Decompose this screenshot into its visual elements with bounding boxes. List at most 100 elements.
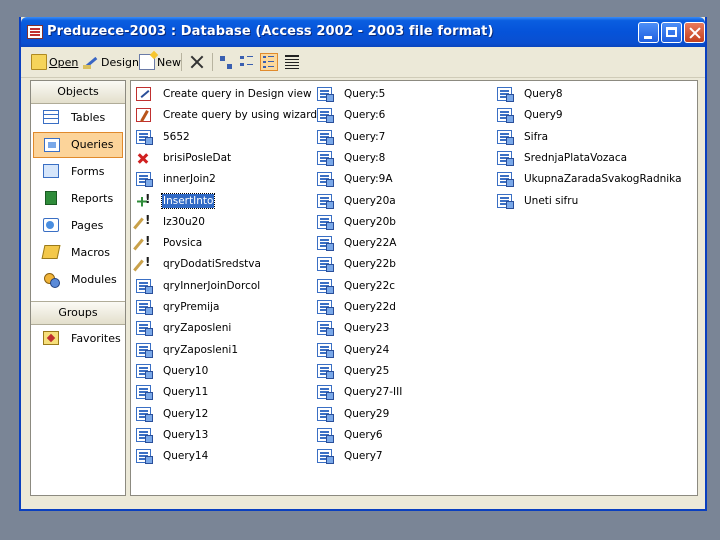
query-list-item[interactable]: SrednjaPlataVozaca — [497, 148, 672, 168]
sidebar-item-macros[interactable]: Macros — [33, 240, 123, 266]
query-list-item[interactable]: Povsica — [136, 233, 311, 253]
query-list-item[interactable]: Query:7 — [317, 127, 492, 147]
select-query-icon — [317, 214, 334, 230]
sidebar-item-queries[interactable]: Queries — [33, 132, 123, 158]
delete-icon[interactable] — [189, 54, 205, 70]
query-name: Query22c — [344, 279, 396, 292]
objects-header[interactable]: Objects — [31, 81, 125, 104]
select-query-icon — [317, 87, 334, 102]
sidebar-item-reports[interactable]: Reports — [33, 186, 123, 212]
query-name: Query29 — [344, 407, 390, 420]
open-label: Open — [49, 55, 79, 69]
groups-section: Groups Favorites — [31, 301, 125, 352]
sidebar-item-modules[interactable]: Modules — [33, 267, 123, 293]
query-name: Query11 — [163, 386, 209, 399]
query-list-item[interactable]: Query14 — [136, 446, 311, 466]
query-list-item[interactable]: qryInnerJoinDorcol — [136, 276, 311, 296]
query-list-item[interactable]: qryZaposleni1 — [136, 340, 311, 360]
sidebar-item-label: Queries — [71, 138, 114, 151]
query-name: Query8 — [524, 88, 563, 100]
query-list-item[interactable]: Query22d — [317, 297, 492, 317]
select-query-icon — [317, 150, 334, 166]
maximize-button[interactable] — [661, 22, 682, 43]
details-view-icon[interactable] — [283, 53, 301, 71]
query-name: Query23 — [344, 322, 390, 335]
query-list-item[interactable]: Create query in Design view — [136, 84, 312, 104]
sidebar-item-label: Forms — [71, 165, 105, 178]
query-list-item[interactable]: brisiPosleDat — [136, 148, 311, 168]
sidebar-item-favorites[interactable]: Favorites — [33, 326, 123, 352]
select-query-icon — [317, 129, 334, 145]
query-name: Query13 — [163, 428, 209, 441]
database-window: Preduzece-2003 : Database (Access 2002 -… — [19, 17, 707, 511]
query-list-item[interactable]: Query:8 — [317, 148, 492, 168]
query-list-item[interactable]: qryZaposleni — [136, 318, 311, 338]
query-list-item[interactable]: qryPremija — [136, 297, 311, 317]
groups-header[interactable]: Groups — [31, 302, 125, 325]
update-query-icon — [136, 255, 151, 271]
select-query-icon — [136, 321, 153, 337]
macro-icon — [41, 245, 61, 259]
query-list-item[interactable]: Query20b — [317, 212, 492, 232]
query-list-item[interactable]: Query7 — [317, 446, 492, 466]
select-query-icon — [497, 129, 514, 145]
query-list-item[interactable]: 5652 — [136, 127, 311, 147]
design-button[interactable]: Design — [83, 52, 139, 72]
open-button[interactable]: Open — [31, 52, 78, 72]
select-query-icon — [317, 278, 334, 294]
new-button[interactable]: New — [139, 52, 181, 72]
query-list-item[interactable]: Query12 — [136, 404, 311, 424]
design-label: Design — [101, 55, 139, 69]
query-list-item[interactable]: innerJoin2 — [136, 169, 311, 189]
query-list-item[interactable]: Iz30u20 — [136, 212, 311, 232]
query-list-item[interactable]: InsertInto — [136, 191, 311, 211]
large-icons-view-icon[interactable] — [218, 53, 236, 71]
query-list-item[interactable]: Query22c — [317, 276, 492, 296]
sidebar-item-tables[interactable]: Tables — [33, 105, 123, 131]
query-list-item[interactable]: Query22A — [317, 233, 492, 253]
query-list-item[interactable]: UkupnaZaradaSvakogRadnika — [497, 169, 682, 189]
query-list-item[interactable]: Sifra — [497, 127, 672, 147]
query-list-item[interactable]: Query8 — [497, 84, 672, 104]
select-query-icon — [136, 172, 153, 188]
new-label: New — [157, 55, 181, 69]
query-list-item[interactable]: Query27-III — [317, 382, 492, 402]
query-list-item[interactable]: Query20a — [317, 191, 492, 211]
query-list-item[interactable]: Create query by using wizard — [136, 105, 317, 125]
list-view-icon[interactable] — [260, 53, 278, 71]
query-list-item[interactable]: Query11 — [136, 382, 311, 402]
select-query-icon — [136, 129, 153, 145]
query-list-item[interactable]: Query:6 — [317, 105, 492, 125]
query-list-item[interactable]: Query24 — [317, 340, 492, 360]
select-query-icon — [136, 385, 153, 401]
query-name: innerJoin2 — [163, 173, 216, 186]
query-list-item[interactable]: Query13 — [136, 425, 311, 445]
select-query-icon — [317, 321, 334, 337]
query-list-item[interactable]: qryDodatiSredstva — [136, 254, 311, 274]
query-list-item[interactable]: Query25 — [317, 361, 492, 381]
close-button[interactable] — [684, 22, 705, 43]
query-name: Query27-III — [344, 386, 403, 399]
query-name: Uneti sifru — [524, 194, 579, 207]
query-list-item[interactable]: Uneti sifru — [497, 191, 672, 211]
query-list-item[interactable]: Query22b — [317, 254, 492, 274]
query-name: Query:5 — [344, 88, 386, 100]
query-list-item[interactable]: Query29 — [317, 404, 492, 424]
query-list-item[interactable]: Query:5 — [317, 84, 492, 104]
small-icons-view-icon[interactable] — [238, 53, 256, 71]
query-list-item[interactable]: Query6 — [317, 425, 492, 445]
query-list-item[interactable]: Query23 — [317, 318, 492, 338]
select-query-icon — [317, 385, 334, 401]
select-query-icon — [497, 172, 514, 188]
query-name: Query:9A — [344, 173, 393, 186]
database-icon — [27, 25, 43, 39]
query-list-item[interactable]: Query9 — [497, 105, 672, 125]
query-list-item[interactable]: Query10 — [136, 361, 311, 381]
title-bar[interactable]: Preduzece-2003 : Database (Access 2002 -… — [21, 17, 705, 47]
sidebar-item-label: Macros — [71, 246, 111, 259]
query-list-item[interactable]: Query:9A — [317, 169, 492, 189]
sidebar-item-forms[interactable]: Forms — [33, 159, 123, 185]
query-name: Query24 — [344, 343, 390, 356]
sidebar-item-pages[interactable]: Pages — [33, 213, 123, 239]
minimize-button[interactable] — [638, 22, 659, 43]
